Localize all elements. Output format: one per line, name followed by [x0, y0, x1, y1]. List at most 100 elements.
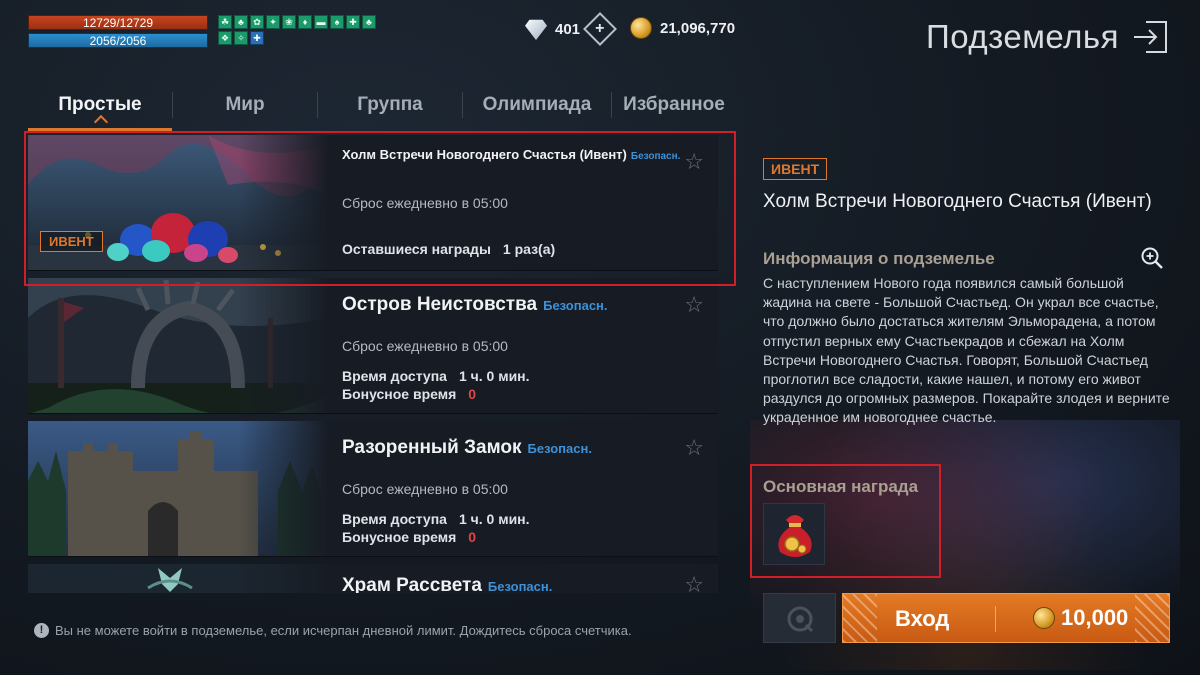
mp-bar: 2056/2056 — [28, 33, 208, 48]
exit-icon — [1134, 21, 1167, 53]
button-ornament — [843, 594, 877, 642]
bonus-time: Бонусное время 0 — [342, 529, 476, 545]
dungeon-name-text: Остров Неистовства — [342, 294, 538, 315]
lucky-bag-icon — [778, 515, 812, 557]
enter-button[interactable]: Вход 10,000 — [842, 593, 1170, 643]
access-time-value: 1 ч. 0 мин. — [458, 368, 530, 384]
access-time: Время доступа 1 ч. 0 мин. — [342, 511, 530, 527]
reward-heading: Основная награда — [763, 477, 919, 496]
entry-cost: 10,000 — [1033, 605, 1128, 631]
gold-currency: 21,096,770 — [630, 17, 735, 39]
bonus-time-label: Бонусное время — [342, 529, 457, 545]
button-divider — [995, 606, 996, 632]
dungeon-name: Холм Встречи Новогоднего Счастья (Ивент)… — [342, 147, 680, 162]
dungeon-card[interactable]: Остров Неистовства Безопасн. Сброс ежедне… — [28, 278, 718, 414]
diamond-currency: 401 + — [525, 12, 618, 46]
dungeon-description: С наступлением Нового года появился самы… — [763, 275, 1170, 426]
buff-list: ☘ ♣ ✿ ✦ ❀ ♦ ▬ ♠ ✚ ♣ ❖ ✧ ✚ — [218, 15, 388, 45]
safety-label: Безопасн. — [630, 151, 681, 162]
buff-icon: ❖ — [218, 31, 232, 45]
add-diamonds-button[interactable]: + — [583, 12, 618, 46]
dungeon-name: Храм Рассвета Безопасн. — [342, 575, 552, 593]
buff-icon: ☘ — [218, 15, 232, 29]
info-heading: Информация о подземелье — [763, 249, 995, 268]
exit-button[interactable] — [1130, 16, 1172, 58]
plus-icon: + — [595, 20, 605, 37]
tab-olympiad[interactable]: Олимпиада — [463, 86, 611, 124]
access-time: Время доступа 1 ч. 0 мин. — [342, 368, 530, 384]
detail-title: Холм Встречи Новогоднего Счастья (Ивент) — [763, 191, 1152, 212]
gold-coin-icon — [630, 17, 652, 39]
mp-value: 2056/2056 — [89, 34, 147, 48]
buff-icon: ✧ — [234, 31, 248, 45]
tab-favorites[interactable]: Избранное — [612, 86, 736, 124]
buff-icon: ♣ — [362, 15, 376, 29]
auto-battle-button[interactable] — [763, 593, 836, 643]
tab-simple[interactable]: Простые — [28, 86, 172, 131]
button-ornament — [1135, 594, 1169, 642]
dungeon-list[interactable]: ИВЕНТ Холм Встречи Новогоднего Счастья (… — [28, 135, 720, 593]
access-time-label: Время доступа — [342, 368, 447, 384]
event-badge: ИВЕНТ — [763, 158, 828, 180]
daily-limit-notice: ! Вы не можете войти в подземелье, если … — [34, 623, 632, 638]
safety-label: Безопасн. — [543, 298, 608, 313]
zoom-icon[interactable] — [1140, 246, 1164, 270]
event-badge: ИВЕНТ — [40, 231, 103, 252]
buff-icon: ▬ — [314, 15, 328, 29]
tab-world[interactable]: Мир — [173, 86, 317, 124]
bonus-time: Бонусное время 0 — [342, 386, 476, 402]
rewards-label: Оставшиеся награды — [342, 241, 491, 257]
diamond-count: 401 — [555, 20, 581, 38]
info-icon: ! — [34, 623, 49, 638]
reset-time: Сброс ежедневно в 05:00 — [342, 195, 508, 211]
buff-icon: ♠ — [330, 15, 344, 29]
hp-value: 12729/12729 — [82, 16, 154, 30]
favorite-star-icon[interactable]: ☆ — [684, 149, 704, 175]
rewards-value: 1 раз(а) — [502, 241, 556, 257]
reset-time: Сброс ежедневно в 05:00 — [342, 481, 508, 497]
safety-label: Безопасн. — [487, 579, 553, 593]
enter-label: Вход — [895, 606, 950, 631]
favorite-star-icon[interactable]: ☆ — [684, 435, 704, 461]
bonus-time-value: 0 — [468, 529, 477, 545]
dungeon-name: Остров Неистовства Безопасн. — [342, 294, 608, 316]
buff-icon: ✦ — [266, 15, 280, 29]
page-title: Подземелья — [926, 18, 1119, 55]
dungeon-detail-panel: ИВЕНТ Холм Встречи Новогоднего Счастья (… — [750, 150, 1180, 670]
buff-icon: ♣ — [234, 15, 248, 29]
tab-group[interactable]: Группа — [318, 86, 462, 124]
target-icon — [787, 606, 814, 633]
buff-icon: ✚ — [250, 31, 264, 45]
safety-label: Безопасн. — [527, 441, 592, 456]
bonus-time-label: Бонусное время — [342, 386, 457, 402]
remaining-rewards: Оставшиеся награды 1 раз(а) — [342, 241, 555, 257]
access-time-label: Время доступа — [342, 511, 447, 527]
favorite-star-icon[interactable]: ☆ — [684, 572, 704, 593]
dungeon-thumbnail — [28, 421, 328, 556]
notice-text: Вы не можете войти в подземелье, если ис… — [55, 623, 632, 638]
access-time-value: 1 ч. 0 мин. — [458, 511, 530, 527]
hp-bar: 12729/12729 — [28, 15, 208, 30]
buff-icon: ✿ — [250, 15, 264, 29]
dungeon-name-text: Холм Встречи Новогоднего Счастья (Ивент) — [342, 147, 627, 162]
bonus-time-value: 0 — [468, 386, 477, 402]
entry-cost-value: 10,000 — [1061, 605, 1129, 630]
dungeon-card[interactable]: Храм Рассвета Безопасн. ☆ — [28, 564, 718, 593]
buff-icon: ♦ — [298, 15, 312, 29]
gold-count: 21,096,770 — [660, 19, 736, 37]
diamond-icon — [525, 19, 547, 40]
dungeon-name-text: Разоренный Замок — [342, 437, 522, 458]
favorite-star-icon[interactable]: ☆ — [684, 292, 704, 318]
reset-time: Сброс ежедневно в 05:00 — [342, 338, 508, 354]
dungeon-name-text: Храм Рассвета — [342, 575, 482, 593]
dungeon-card[interactable]: Разоренный Замок Безопасн. Сброс ежедневн… — [28, 421, 718, 557]
dungeon-name: Разоренный Замок Безопасн. — [342, 437, 592, 459]
buff-icon: ❀ — [282, 15, 296, 29]
dungeon-card-event[interactable]: ИВЕНТ Холм Встречи Новогоднего Счастья (… — [28, 135, 718, 271]
dungeon-thumbnail — [28, 564, 328, 593]
category-tabs: Простые Мир Группа Олимпиада Избранное — [28, 82, 736, 131]
reward-item-slot[interactable] — [763, 503, 825, 565]
gold-coin-icon — [1033, 607, 1055, 629]
dungeon-thumbnail — [28, 278, 328, 413]
buff-icon: ✚ — [346, 15, 360, 29]
